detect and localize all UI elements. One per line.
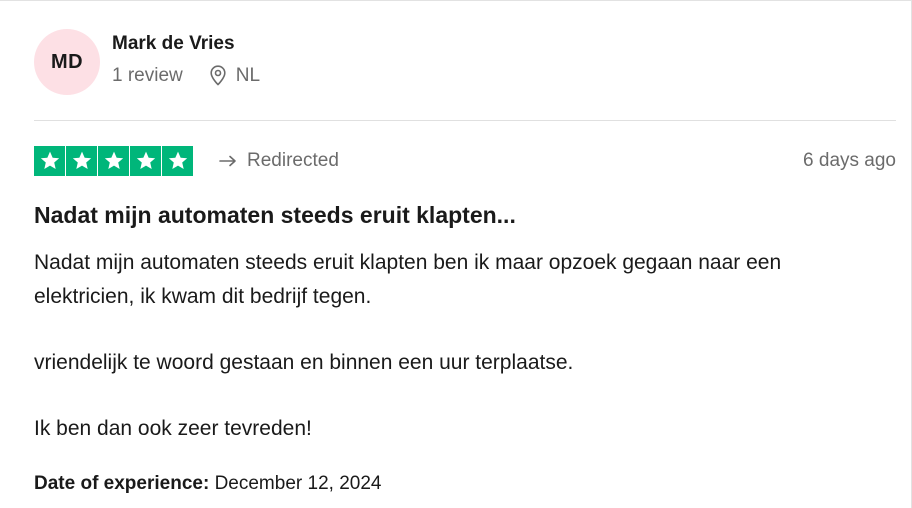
redirected-text: Redirected xyxy=(247,150,339,171)
consumer-name[interactable]: Mark de Vries xyxy=(112,32,260,56)
star-icon xyxy=(162,146,193,176)
redirected-label[interactable]: Redirected xyxy=(219,150,339,172)
divider xyxy=(34,120,896,121)
consumer-location: NL xyxy=(209,65,260,87)
star-icon xyxy=(98,146,129,176)
date-of-experience: Date of experience: December 12, 2024 xyxy=(34,473,381,495)
review-count: 1 review xyxy=(112,64,183,86)
consumer-meta: 1 review NL xyxy=(112,65,260,87)
review-body: Nadat mijn automaten steeds eruit klapte… xyxy=(34,246,884,446)
star-icon xyxy=(130,146,161,176)
review-card: MD Mark de Vries 1 review NL Redirected … xyxy=(0,0,912,508)
location-pin-icon xyxy=(210,65,226,86)
star-icon xyxy=(66,146,97,176)
rating-row: Redirected 6 days ago xyxy=(34,146,896,176)
experience-date: December 12, 2024 xyxy=(214,473,382,494)
review-paragraph: vriendelijk te woord gestaan en binnen e… xyxy=(34,351,574,374)
consumer-info: Mark de Vries 1 review NL xyxy=(112,33,260,87)
review-paragraph: Nadat mijn automaten steeds eruit klapte… xyxy=(34,251,782,308)
review-paragraph: Ik ben dan ook zeer tevreden! xyxy=(34,417,312,440)
redirect-arrow-icon xyxy=(219,155,236,167)
review-title[interactable]: Nadat mijn automaten steeds eruit klapte… xyxy=(34,200,516,230)
country-code: NL xyxy=(235,64,261,86)
star-icon xyxy=(34,146,65,176)
avatar[interactable]: MD xyxy=(34,29,100,95)
experience-label: Date of experience: xyxy=(34,473,210,494)
consumer-header: MD Mark de Vries 1 review NL xyxy=(34,29,260,95)
date-posted: 6 days ago xyxy=(803,150,896,171)
star-rating xyxy=(34,146,193,176)
